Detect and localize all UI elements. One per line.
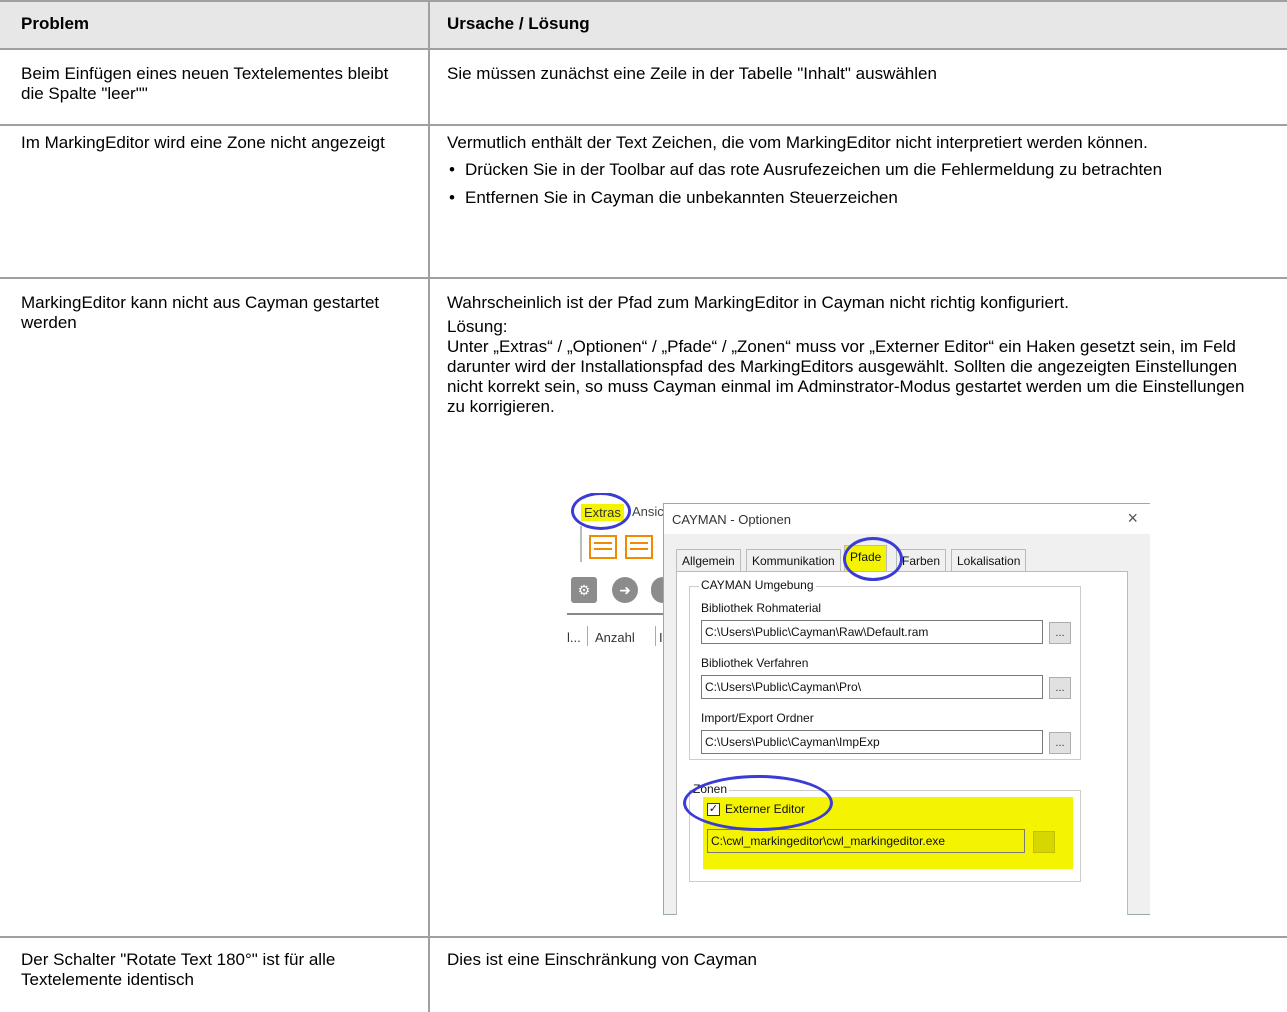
column-header: l... xyxy=(567,630,581,645)
row3-solution-p1: Wahrscheinlich ist der Pfad zum MarkingE… xyxy=(447,293,1070,312)
checkbox-label: Externer Editor xyxy=(725,802,806,816)
browse-button: ... xyxy=(1049,732,1071,754)
row2-problem: Im MarkingEditor wird eine Zone nicht an… xyxy=(21,133,385,152)
toolbar-separator xyxy=(580,526,582,562)
group-label: Zonen xyxy=(691,782,730,796)
row3-solution-p3: Unter „Extras“ / „Optionen“ / „Pfade“ / … xyxy=(447,337,1245,416)
tab-lokalisation: Lokalisation xyxy=(951,549,1027,571)
row-divider xyxy=(0,277,1287,279)
tab-allgemein: Allgemein xyxy=(676,549,741,571)
align-icon xyxy=(589,535,617,559)
menu-ansicht-label: Ansic xyxy=(632,504,664,519)
options-dialog-screenshot: Extras Ansic ⚙ ➜ l... Anzahl I CAYMAN - … xyxy=(567,493,1150,915)
field-label: Import/Export Ordner xyxy=(701,711,814,725)
row4-problem: Der Schalter "Rotate Text 180°" ist für … xyxy=(21,950,336,989)
arrow-right-icon: ➜ xyxy=(612,577,638,603)
group-label: CAYMAN Umgebung xyxy=(699,578,816,592)
list-item: Entfernen Sie in Cayman die unbekannten … xyxy=(447,187,1267,209)
table-header-background xyxy=(0,0,1287,48)
row3-solution-p2: Lösung: xyxy=(447,317,508,336)
table-border-top xyxy=(0,0,1287,2)
tab-panel: CAYMAN Umgebung Bibliothek Rohmaterial C… xyxy=(676,571,1128,915)
tab-pfade: Pfade xyxy=(844,545,888,572)
options-dialog: CAYMAN - Optionen × Allgemein Kommunikat… xyxy=(663,503,1150,915)
checkbox-icon: ✓ xyxy=(707,803,720,816)
row1-problem: Beim Einfügen eines neuen Textelementes … xyxy=(21,64,389,103)
dialog-title: CAYMAN - Optionen xyxy=(672,512,791,527)
tab-kommunikation: Kommunikation xyxy=(746,549,841,571)
row-divider xyxy=(0,124,1287,126)
browse-button xyxy=(1033,831,1055,853)
tool-icon: ⚙ xyxy=(571,577,597,603)
browse-button: ... xyxy=(1049,677,1071,699)
path-field: C:\Users\Public\Cayman\Raw\Default.ram xyxy=(701,620,1043,644)
faq-table: Problem Ursache / Lösung Beim Einfügen e… xyxy=(0,0,1287,1012)
row-divider xyxy=(0,48,1287,50)
row3-problem: MarkingEditor kann nicht aus Cayman gest… xyxy=(21,293,380,332)
browse-button: ... xyxy=(1049,622,1071,644)
menu-extras-label: Extras xyxy=(581,504,624,521)
circle-icon xyxy=(651,577,663,603)
row2-bullet-list: Drücken Sie in der Toolbar auf das rote … xyxy=(447,159,1267,209)
path-field: C:\Users\Public\Cayman\Pro\ xyxy=(701,675,1043,699)
path-field: C:\Users\Public\Cayman\ImpExp xyxy=(701,730,1043,754)
row2-solution-intro: Vermutlich enthält der Text Zeichen, die… xyxy=(447,133,1148,152)
close-icon: × xyxy=(1127,508,1138,528)
align-icon xyxy=(625,535,653,559)
row1-solution: Sie müssen zunächst eine Zeile in der Ta… xyxy=(447,64,937,83)
path-field: C:\cwl_markingeditor\cwl_markingeditor.e… xyxy=(707,829,1025,853)
row-divider xyxy=(0,936,1287,938)
row2-solution: Vermutlich enthält der Text Zeichen, die… xyxy=(447,133,1267,215)
column-divider xyxy=(428,0,430,1012)
tab-farben: Farben xyxy=(896,549,947,571)
column-header: Anzahl xyxy=(595,630,635,645)
column-separator xyxy=(655,626,656,646)
row3-solution: Wahrscheinlich ist der Pfad zum MarkingE… xyxy=(447,293,1267,417)
field-label: Bibliothek Verfahren xyxy=(701,656,809,670)
list-item: Drücken Sie in der Toolbar auf das rote … xyxy=(447,159,1267,181)
header-problem: Problem xyxy=(21,14,90,33)
column-separator xyxy=(587,626,588,646)
header-solution: Ursache / Lösung xyxy=(447,14,590,33)
field-label: Bibliothek Rohmaterial xyxy=(701,601,822,615)
row4-solution: Dies ist eine Einschränkung von Cayman xyxy=(447,950,757,969)
